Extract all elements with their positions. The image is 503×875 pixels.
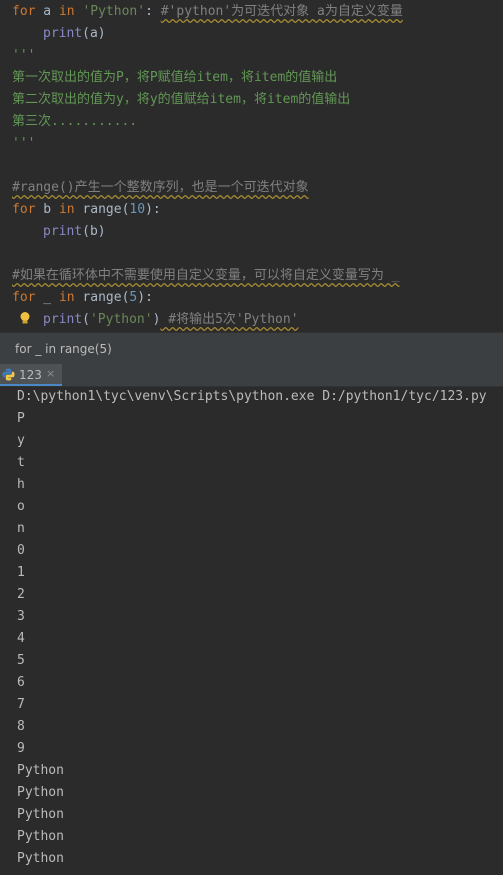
docstring-close: ''' (12, 136, 36, 151)
console-output-line: 3 (17, 609, 25, 624)
console-output-line: 2 (17, 587, 25, 602)
docstring-line-1: 第一次取出的值为P，将P赋值给item，将item的值输出 (12, 70, 338, 85)
run-tab-label[interactable]: 123 (19, 368, 42, 382)
code-line-1: for a in 'Python': #'python'为可迭代对象 a为自定义… (12, 4, 403, 19)
run-tab-123[interactable]: 123 × (0, 364, 62, 386)
run-tab-bar: 123 × (0, 364, 503, 387)
console-output-line: t (17, 455, 25, 470)
breadcrumb[interactable]: for _ in range(5) (0, 332, 503, 366)
console-output-line: 0 (17, 543, 25, 558)
code-line-2: print(a) (43, 26, 106, 41)
console-output-line: o (17, 499, 25, 514)
console-output-line: y (17, 433, 25, 448)
console-output-line: h (17, 477, 25, 492)
docstring-line-2: 第二次取出的值为y，将y的值赋给item，将item的值输出 (12, 92, 351, 107)
console-output-line: Python (17, 785, 64, 800)
console-output-line: Python (17, 807, 64, 822)
console-output-line: 8 (17, 719, 25, 734)
python-icon (2, 368, 15, 381)
console-output-line: Python (17, 851, 64, 866)
console-output-line: Python (17, 829, 64, 844)
console-output-line: 9 (17, 741, 25, 756)
close-icon[interactable]: × (46, 367, 55, 380)
comment-range: #range()产生一个整数序列，也是一个可迭代对象 (12, 180, 309, 195)
comment-underscore: #如果在循环体中不需要使用自定义变量，可以将自定义变量写为 _ (12, 268, 400, 283)
code-line-print-b: print(b) (43, 224, 106, 239)
breadcrumb-label[interactable]: for _ in range(5) (15, 342, 112, 356)
console-output-line: 6 (17, 675, 25, 690)
console-output-line: Python (17, 763, 64, 778)
console-output-line: 5 (17, 653, 25, 668)
console-output-line: 7 (17, 697, 25, 712)
code-line-print-python: print('Python') #将输出5次'Python' (43, 312, 299, 327)
run-console[interactable]: D:\python1\tyc\venv\Scripts\python.exe D… (0, 387, 503, 875)
console-output-line: n (17, 521, 25, 536)
console-output-line: P (17, 411, 25, 426)
code-line-for-underscore: for _ in range(5): (12, 290, 153, 305)
lightbulb-icon[interactable] (18, 311, 32, 325)
code-line-for-b: for b in range(10): (12, 202, 161, 217)
docstring-open: ''' (12, 48, 36, 63)
code-editor[interactable]: for a in 'Python': #'python'为可迭代对象 a为自定义… (0, 0, 503, 332)
console-output-line: 4 (17, 631, 25, 646)
console-command-line: D:\python1\tyc\venv\Scripts\python.exe D… (17, 389, 487, 404)
console-output-line: 1 (17, 565, 25, 580)
docstring-line-3: 第三次........... (12, 114, 138, 129)
